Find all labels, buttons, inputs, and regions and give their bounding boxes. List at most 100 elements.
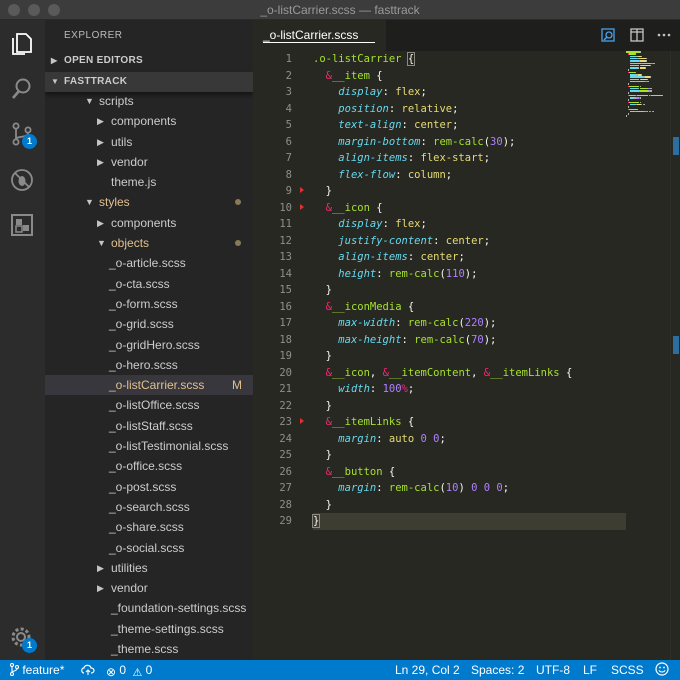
folder-item[interactable]: ▼ scripts (45, 91, 253, 111)
file-item[interactable]: _o-post.scss (45, 477, 253, 497)
project-section[interactable]: ▼ FASTTRACK (45, 72, 253, 92)
feedback-smiley-icon[interactable] (655, 662, 669, 677)
file-item[interactable]: _o-listCarrier.scss M (45, 375, 253, 396)
code-token: __item (331, 69, 377, 82)
code-token: auto (388, 432, 421, 445)
file-item[interactable]: _o-gridHero.scss (45, 335, 253, 355)
minimap[interactable] (626, 51, 670, 131)
code-token: } (325, 350, 332, 362)
fold-marker-icon[interactable] (300, 203, 304, 210)
tree-item-label: _o-hero.scss (109, 357, 178, 372)
folder-item[interactable]: ▶ vendor (45, 152, 253, 172)
minimap-stroke (650, 76, 652, 78)
code-line: position: relative; (313, 101, 626, 118)
file-item[interactable]: _o-listOffice.scss (45, 395, 253, 415)
code-token: { (376, 201, 383, 214)
code-line: max-height: rem-calc(70); (313, 332, 626, 349)
folder-item[interactable]: ▶ utilities (45, 558, 253, 578)
source-control-icon[interactable]: 1 (9, 121, 37, 149)
file-item[interactable]: _o-hero.scss (45, 355, 253, 375)
fold-marker-icon[interactable] (300, 418, 304, 424)
line-ending[interactable]: LF (583, 663, 597, 677)
error-icon: ⊗ (106, 665, 117, 679)
code-token: rem-calc (407, 317, 459, 329)
file-item[interactable]: _o-listTestimonial.scss (45, 436, 253, 456)
gear-icon[interactable]: 1 (9, 625, 37, 653)
files-icon[interactable] (9, 31, 35, 57)
indentation[interactable]: Spaces: 2 (471, 663, 524, 677)
code-token: ; (420, 218, 427, 230)
code-token: align-items (338, 251, 408, 263)
file-item[interactable]: _o-listStaff.scss (45, 416, 253, 436)
folder-item[interactable]: ▼ objects (45, 233, 253, 253)
vertical-scrollbar[interactable] (670, 51, 680, 660)
code-line: display: flex; (313, 216, 626, 233)
code-token: relative (401, 102, 453, 115)
file-item[interactable]: _o-social.scss (45, 538, 253, 558)
minimap-stroke (636, 108, 638, 110)
minimap-stroke (651, 94, 662, 97)
file-item[interactable]: _o-cta.scss (45, 274, 253, 294)
line-number: 21 (279, 383, 292, 395)
tab-active[interactable]: _o-listCarrier.scss (253, 20, 386, 51)
code-line: margin: auto 0 0; (313, 431, 626, 448)
fold-marker-icon[interactable] (300, 187, 304, 193)
line-number: 20 (279, 366, 292, 379)
line-number: 23 (253, 414, 308, 431)
code-line: flex-flow: column; (313, 167, 626, 184)
code-token: ) (458, 482, 472, 494)
extensions-icon[interactable] (9, 212, 35, 238)
language-mode[interactable]: SCSS (611, 663, 644, 677)
search-icon[interactable] (9, 76, 35, 102)
code-line: &__item { (313, 68, 626, 85)
encoding[interactable]: UTF-8 (536, 663, 570, 677)
split-editor-icon[interactable] (629, 27, 645, 43)
modified-badge: M (232, 378, 242, 393)
minimap-stroke (638, 57, 646, 60)
code-content[interactable]: .o-listCarrier { &__item { display: flex… (311, 51, 626, 530)
file-item[interactable]: _o-share.scss (45, 517, 253, 537)
code-token: } (325, 449, 332, 461)
file-item[interactable]: _foundation-settings.scss (45, 598, 253, 618)
folder-item[interactable]: ▶ vendor (45, 578, 253, 598)
folder-item[interactable]: ▶ components (45, 111, 253, 131)
tree-item-label: _foundation-settings.scss (111, 601, 247, 616)
tree-item-label: _o-office.scss (109, 459, 183, 474)
folder-item[interactable]: ▼ styles (45, 192, 253, 212)
tree-item-label: components (111, 114, 177, 129)
file-item[interactable]: _o-article.scss (45, 253, 253, 273)
file-item[interactable]: _o-office.scss (45, 456, 253, 476)
problems-indicator[interactable]: ⊗ 0 ⚠ 0 (106, 663, 152, 679)
minimap-stroke (647, 80, 650, 83)
minimap-stroke (628, 101, 640, 104)
file-item[interactable]: _theme-settings.scss (45, 619, 253, 639)
code-token: } (311, 514, 321, 528)
file-item[interactable]: theme.js (45, 172, 253, 192)
folder-item[interactable]: ▶ utils (45, 132, 253, 152)
file-item[interactable]: _theme.scss (45, 639, 253, 659)
file-item[interactable]: _o-search.scss (45, 497, 253, 517)
code-line: } (311, 513, 626, 530)
sync-icon[interactable] (81, 663, 95, 677)
folder-item[interactable]: ▶ components (45, 213, 253, 233)
line-number: 29 (279, 515, 292, 527)
code-token: ); (483, 333, 497, 346)
file-item[interactable]: _o-form.scss (45, 294, 253, 314)
minimap-stroke (629, 57, 637, 60)
open-editors-section[interactable]: ▶ OPEN EDITORS (45, 51, 253, 71)
cursor-position[interactable]: Ln 29, Col 2 (395, 663, 460, 677)
minimap-stroke (641, 64, 651, 67)
code-token: ; (445, 168, 453, 181)
branch-indicator[interactable]: feature* (10, 663, 64, 677)
code-token: rem-calc (433, 135, 484, 148)
file-item[interactable]: _o-grid.scss (45, 314, 253, 334)
debug-icon[interactable] (9, 167, 35, 193)
open-preview-icon[interactable] (600, 27, 616, 43)
line-number: 13 (279, 251, 292, 263)
minimap-stroke (640, 90, 648, 92)
more-icon[interactable] (656, 27, 672, 43)
